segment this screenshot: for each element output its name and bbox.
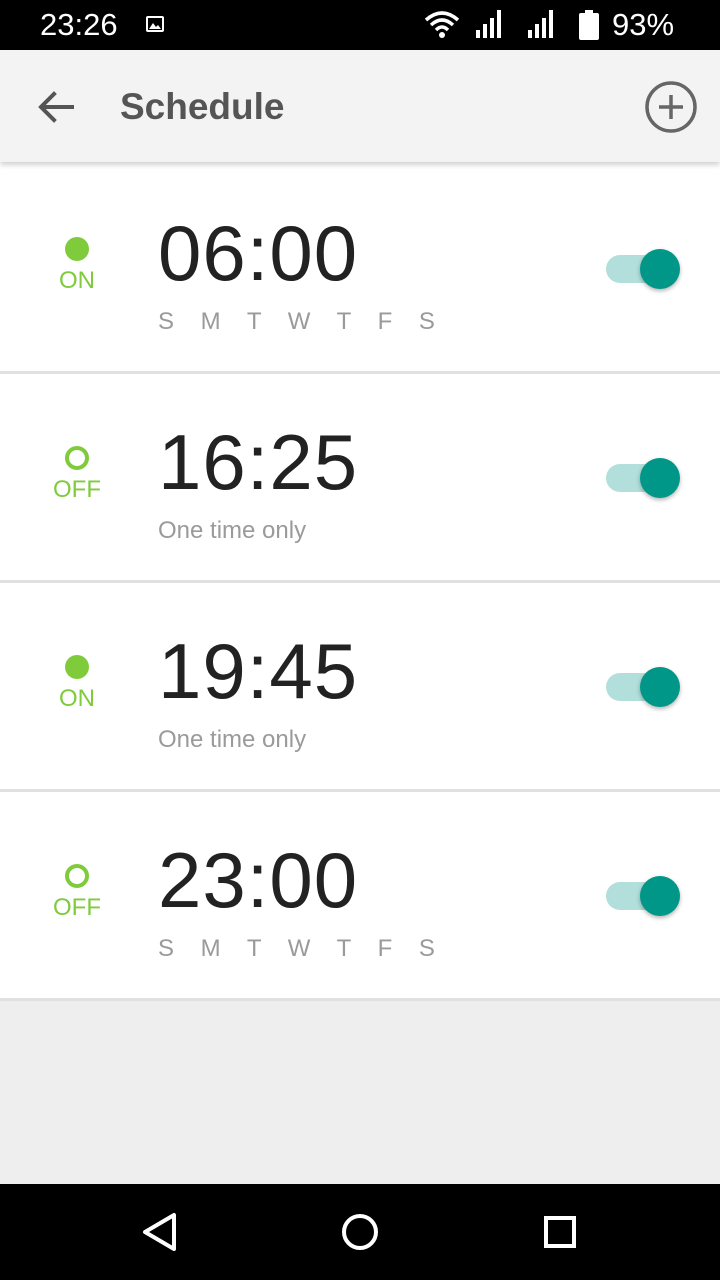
state-on-dot-icon xyxy=(65,655,89,679)
page-title: Schedule xyxy=(120,86,285,127)
schedule-time: 19:45 xyxy=(158,627,359,715)
battery-percent: 93% xyxy=(612,7,675,42)
add-schedule-button[interactable] xyxy=(642,78,700,136)
schedule-time: 06:00 xyxy=(158,209,359,297)
nav-back-button[interactable] xyxy=(140,1212,180,1252)
toggle-thumb xyxy=(640,876,680,916)
state-label: ON xyxy=(59,685,95,712)
home-circle-icon xyxy=(342,1214,378,1250)
schedule-row[interactable]: ON 06:00 S M T W T F S xyxy=(0,162,720,374)
back-button[interactable] xyxy=(28,82,84,132)
system-nav-bar xyxy=(0,1184,720,1280)
schedule-state: ON xyxy=(40,655,114,713)
schedule-toggle[interactable] xyxy=(604,665,684,709)
schedule-days: S M T W T F S xyxy=(158,308,445,335)
schedule-state: ON xyxy=(40,237,114,295)
schedule-days: S M T W T F S xyxy=(158,935,445,962)
state-label: OFF xyxy=(53,476,101,503)
schedule-toggle[interactable] xyxy=(604,456,684,500)
schedule-toggle[interactable] xyxy=(604,247,684,291)
state-off-ring-icon xyxy=(65,864,89,888)
nav-recents-button[interactable] xyxy=(540,1212,580,1252)
wifi-icon xyxy=(424,11,460,38)
status-bar: 23:26 93% xyxy=(0,0,720,50)
state-off-ring-icon xyxy=(65,446,89,470)
state-label: OFF xyxy=(53,894,101,921)
schedule-time: 16:25 xyxy=(158,418,359,506)
schedule-time: 23:00 xyxy=(158,836,359,924)
schedule-toggle[interactable] xyxy=(604,874,684,918)
schedule-repeat: One time only xyxy=(158,726,307,753)
schedule-state: OFF xyxy=(40,864,114,922)
recents-square-icon xyxy=(544,1216,576,1248)
schedule-repeat: One time only xyxy=(158,517,307,544)
arrow-back-icon xyxy=(38,91,74,123)
add-circle-icon xyxy=(645,81,697,133)
toggle-thumb xyxy=(640,458,680,498)
schedule-list: ON 06:00 S M T W T F S OFF 16:25 One tim… xyxy=(0,162,720,1001)
back-triangle-icon xyxy=(143,1213,176,1251)
schedule-row[interactable]: ON 19:45 One time only xyxy=(0,583,720,792)
signal-icon xyxy=(476,10,501,38)
toggle-thumb xyxy=(640,249,680,289)
schedule-state: OFF xyxy=(40,446,114,504)
status-time: 23:26 xyxy=(40,7,118,42)
image-notification-icon xyxy=(146,16,164,32)
app-bar: Schedule xyxy=(0,50,720,162)
toggle-thumb xyxy=(640,667,680,707)
signal-icon xyxy=(528,10,553,38)
schedule-row[interactable]: OFF 23:00 S M T W T F S xyxy=(0,792,720,1001)
nav-home-button[interactable] xyxy=(340,1212,380,1252)
state-label: ON xyxy=(59,267,95,294)
schedule-row[interactable]: OFF 16:25 One time only xyxy=(0,374,720,583)
battery-icon xyxy=(579,10,599,40)
state-on-dot-icon xyxy=(65,237,89,261)
